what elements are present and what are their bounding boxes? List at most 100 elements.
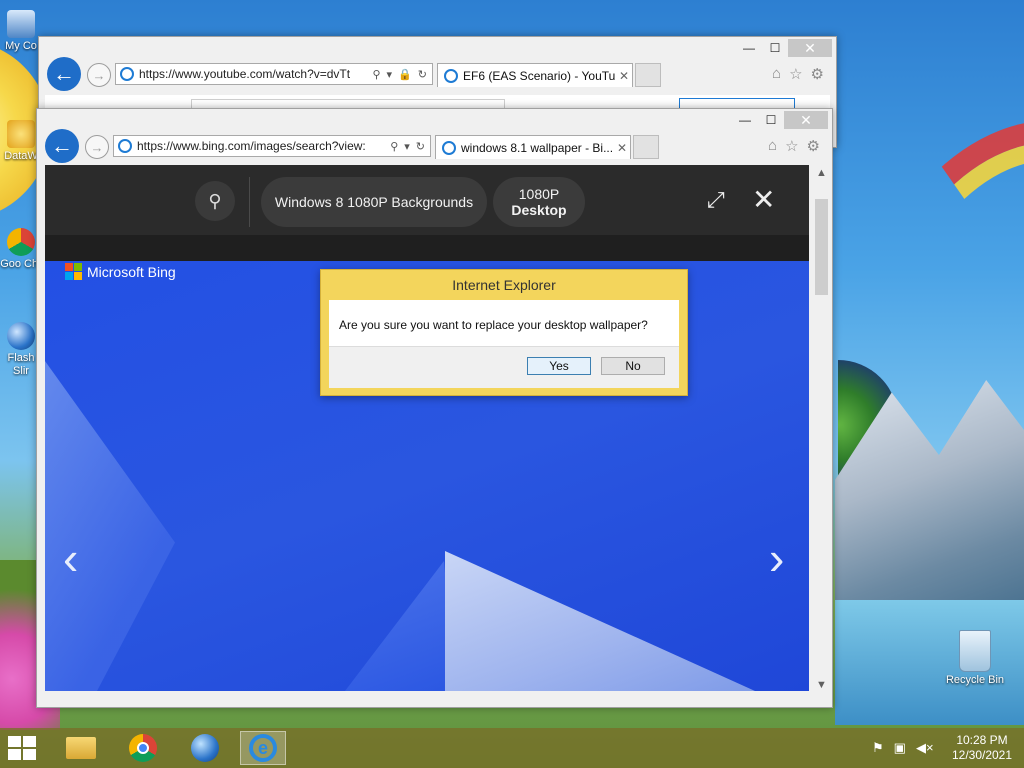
taskbar-file-explorer[interactable]	[58, 731, 104, 765]
close-button[interactable]: ✕	[788, 39, 832, 57]
windows-logo-icon	[8, 736, 21, 747]
desktop-icon-label: Flash Slir	[7, 352, 35, 377]
pill-line-1: 1080P	[518, 186, 560, 202]
dropdown-icon[interactable]: ▾	[387, 68, 393, 81]
new-tab-button[interactable]	[633, 135, 659, 159]
refresh-icon[interactable]: ↻	[416, 140, 425, 153]
page-scrollbar[interactable]: ▲ ▼	[813, 165, 830, 693]
new-tab-button[interactable]	[635, 63, 661, 87]
yes-button[interactable]: Yes	[527, 357, 591, 375]
address-url[interactable]: https://www.youtube.com/watch?v=dvTt	[139, 67, 367, 81]
desktop-icon-label: DataW	[4, 150, 38, 162]
search-button[interactable]: ⚲	[195, 181, 235, 221]
taskbar-internet-explorer[interactable]: e	[240, 731, 286, 765]
network-icon[interactable]: ▣	[894, 740, 906, 756]
expand-icon[interactable]: ⤢	[707, 187, 725, 213]
home-icon[interactable]: ⌂	[772, 65, 781, 83]
dialog-body: Are you sure you want to replace your de…	[329, 300, 679, 388]
scrollbar-thumb[interactable]	[815, 199, 828, 295]
viewer-strip	[45, 235, 809, 261]
settings-gear-icon[interactable]: ⚙	[807, 137, 820, 155]
desktop-icon-recycle-bin[interactable]: Recycle Bin	[940, 630, 1010, 686]
ie-confirm-dialog: Internet Explorer Are you sure you want …	[320, 269, 688, 396]
caption-buttons: — ☐ ✕	[736, 39, 832, 57]
toolbar-icons: ⌂ ☆ ⚙	[768, 137, 820, 155]
home-icon[interactable]: ⌂	[768, 137, 777, 155]
windows-logo-pane	[23, 749, 36, 760]
dropdown-icon[interactable]: ▾	[404, 140, 410, 153]
microsoft-logo-icon	[65, 263, 82, 280]
favorites-star-icon[interactable]: ☆	[785, 137, 798, 155]
refresh-icon[interactable]: ↻	[418, 68, 427, 81]
volume-muted-icon[interactable]: ◀×	[916, 740, 934, 756]
lock-icon[interactable]: 🔒	[398, 68, 412, 81]
clock-time: 10:28 PM	[956, 733, 1008, 747]
previous-image-icon[interactable]: ‹	[63, 531, 78, 585]
arrow-right-icon: →	[92, 67, 106, 83]
dialog-footer: Yes No	[329, 346, 679, 388]
address-bar[interactable]: https://www.bing.com/images/search?view:…	[113, 135, 431, 157]
image-shard	[345, 561, 455, 691]
related-search-pill[interactable]: Windows 8 1080P Backgrounds	[261, 177, 487, 227]
maximize-button[interactable]: ☐	[762, 39, 788, 57]
tab-close-button[interactable]: ✕	[616, 69, 632, 83]
settings-gear-icon[interactable]: ⚙	[811, 65, 824, 83]
clock-date: 12/30/2021	[951, 748, 1013, 762]
back-button[interactable]: ←	[47, 57, 81, 91]
minimize-button[interactable]: —	[732, 111, 758, 129]
tab-bing-images[interactable]: windows 8.1 wallpaper - Bi... ✕	[435, 135, 631, 159]
taskbar-chrome[interactable]	[120, 731, 166, 765]
computer-icon	[7, 10, 35, 38]
tab-youtube[interactable]: EF6 (EAS Scenario) - YouTu... ✕	[437, 63, 633, 87]
favorites-star-icon[interactable]: ☆	[789, 65, 802, 83]
related-search-pill[interactable]: 1080P Desktop	[493, 177, 585, 227]
next-image-icon[interactable]: ›	[769, 531, 784, 585]
address-tools: ⚲ ▾ 🔒 ↻	[367, 68, 432, 81]
scroll-down-icon[interactable]: ▼	[813, 679, 830, 691]
ie-page-icon	[120, 67, 134, 81]
desktop-icon-label: Recycle Bin	[945, 674, 1005, 686]
chrome-icon	[129, 734, 157, 762]
arrow-left-icon: ←	[53, 61, 75, 86]
close-viewer-icon[interactable]: ✕	[752, 183, 775, 216]
ie-tab-icon	[444, 68, 458, 83]
system-tray: ⚑ ▣ ◀×	[872, 740, 934, 756]
taskbar-globe[interactable]	[182, 731, 228, 765]
close-button[interactable]: ✕	[784, 111, 828, 129]
desktop-icon-my-computer[interactable]: My Co	[0, 10, 42, 53]
datawindow-icon	[7, 120, 35, 148]
ie-window-front[interactable]: — ☐ ✕ ← → https://www.bing.com/images/se…	[36, 108, 833, 708]
address-bar[interactable]: https://www.youtube.com/watch?v=dvTt ⚲ ▾…	[115, 63, 433, 85]
logo-square	[65, 272, 73, 280]
action-center-flag-icon[interactable]: ⚑	[872, 740, 884, 756]
logo-square	[65, 263, 73, 271]
no-button[interactable]: No	[601, 357, 665, 375]
pill-line-2: Desktop	[511, 202, 567, 218]
tab-title: windows 8.1 wallpaper - Bi...	[461, 140, 614, 155]
minimize-button[interactable]: —	[736, 39, 762, 57]
tab-title: EF6 (EAS Scenario) - YouTu...	[463, 68, 616, 83]
tab-close-button[interactable]: ✕	[614, 141, 630, 155]
dialog-message: Are you sure you want to replace your de…	[339, 318, 648, 332]
start-button[interactable]	[8, 736, 38, 760]
search-icon[interactable]: ⚲	[390, 140, 398, 153]
search-icon[interactable]: ⚲	[372, 68, 380, 81]
maximize-button[interactable]: ☐	[758, 111, 784, 129]
chrome-icon	[7, 228, 35, 256]
address-tools: ⚲ ▾ ↻	[385, 140, 430, 153]
bing-viewer-header: ⚲ Windows 8 1080P Backgrounds 1080P Deskt…	[45, 165, 809, 235]
scroll-up-icon[interactable]: ▲	[813, 167, 830, 179]
globe-icon	[191, 734, 219, 762]
taskbar-clock[interactable]: 10:28 PM 12/30/2021	[946, 733, 1018, 763]
address-url[interactable]: https://www.bing.com/images/search?view:	[137, 139, 385, 153]
folder-icon	[66, 737, 96, 759]
back-button[interactable]: ←	[45, 129, 79, 163]
image-shard	[445, 551, 755, 691]
forward-button[interactable]: →	[85, 135, 109, 159]
search-icon: ⚲	[208, 190, 222, 211]
microsoft-bing-logo: Microsoft Bing	[65, 263, 176, 280]
logo-square	[74, 272, 82, 280]
ie-tab-icon	[442, 140, 456, 155]
bing-brand-text: Microsoft Bing	[87, 263, 176, 280]
forward-button[interactable]: →	[87, 63, 111, 87]
